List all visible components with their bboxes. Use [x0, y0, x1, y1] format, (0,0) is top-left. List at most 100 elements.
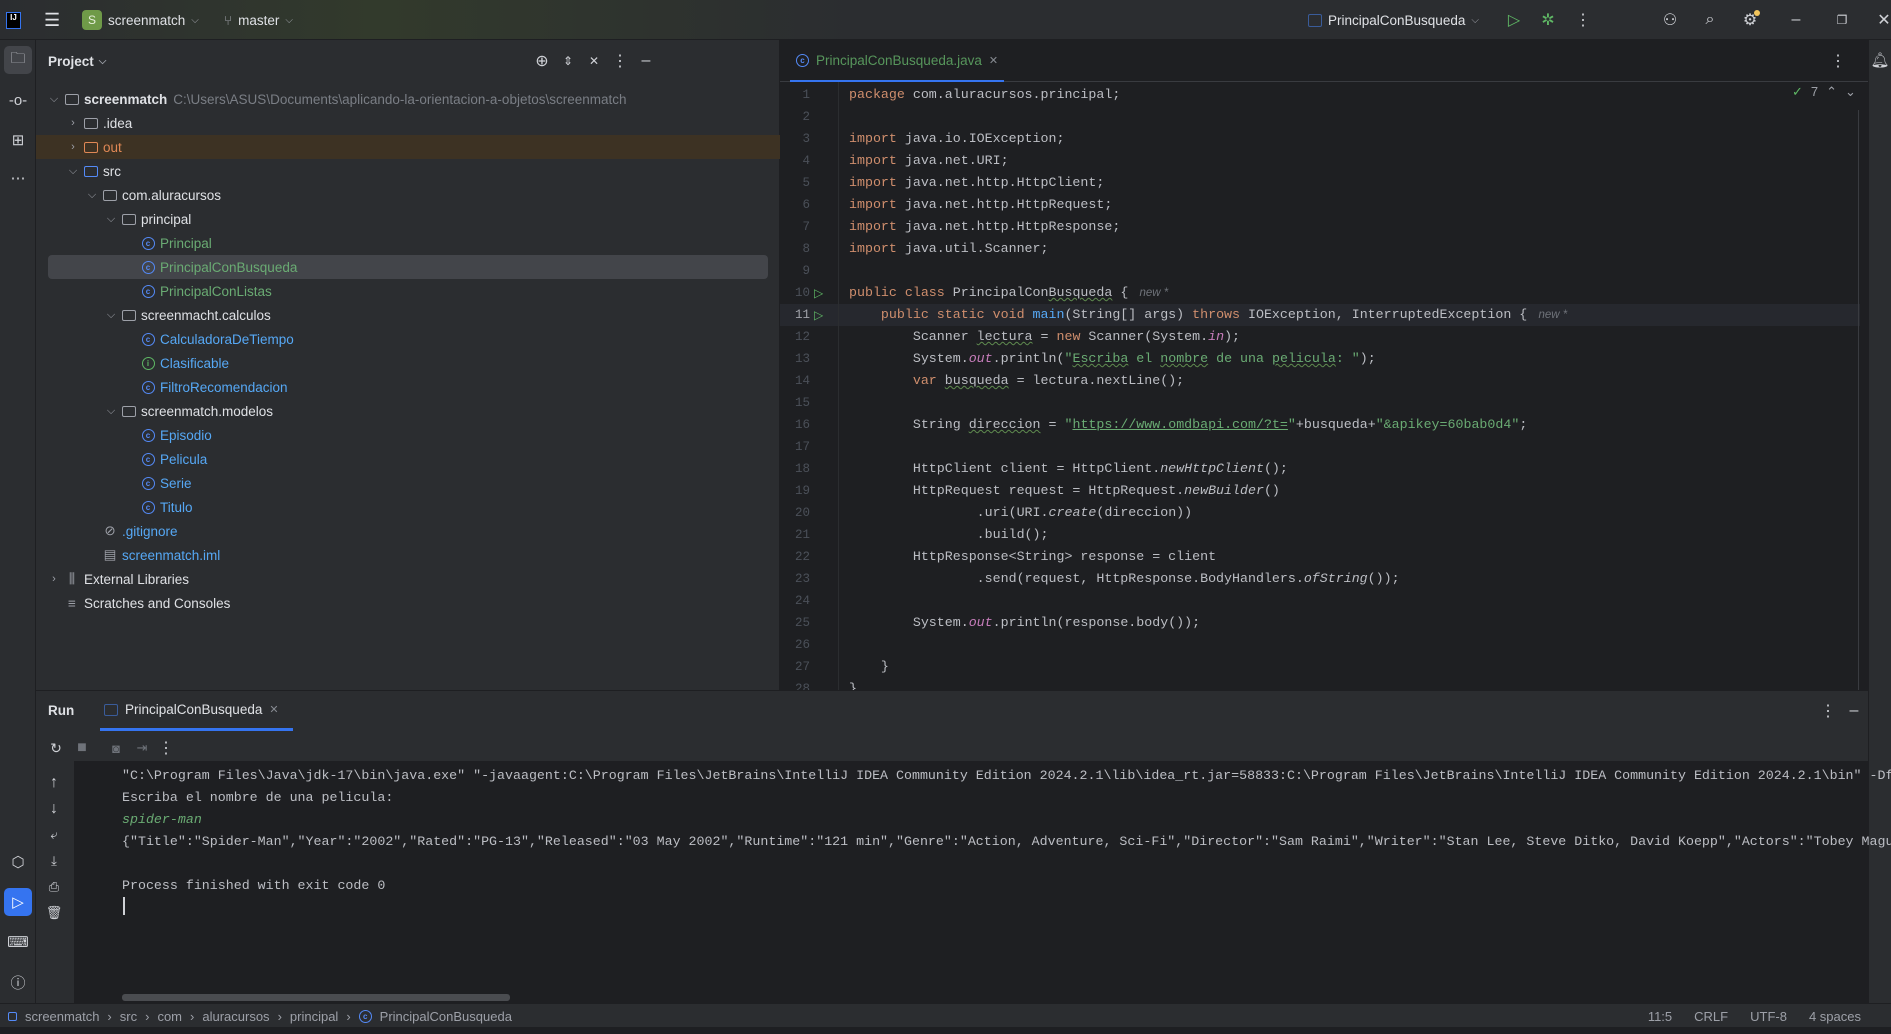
- project-view-selector[interactable]: Project ⌵: [48, 40, 106, 82]
- chevron-down-icon[interactable]: ⌵: [84, 189, 100, 202]
- more-icon[interactable]: ⋮: [1569, 6, 1597, 34]
- tree-item[interactable]: c Principal: [36, 231, 780, 255]
- tree-item[interactable]: c FiltroRecomendacion: [36, 375, 780, 399]
- chevron-down-icon[interactable]: ⌵: [103, 213, 119, 226]
- commit-icon[interactable]: -o-: [4, 86, 32, 114]
- breadcrumb-item[interactable]: com: [157, 1009, 182, 1024]
- soft-wrap-icon[interactable]: ⤶: [40, 821, 68, 849]
- run-options-icon[interactable]: ⋮: [1814, 697, 1842, 725]
- notifications-icon[interactable]: 🔔︎: [1869, 46, 1891, 74]
- tree-item[interactable]: i Clasificable: [36, 351, 780, 375]
- indent-setting[interactable]: 4 spaces: [1809, 1009, 1861, 1024]
- tree-item[interactable]: ⌵ principal: [36, 207, 780, 231]
- restore-icon[interactable]: ❐: [1828, 6, 1856, 34]
- console-hscrollbar[interactable]: [122, 994, 510, 1001]
- tab-options-icon[interactable]: ⋮: [1824, 47, 1852, 75]
- run-gutter-icon[interactable]: ▷: [814, 282, 823, 304]
- tree-item[interactable]: ⌵ screenmatch C:\Users\ASUS\Documents\apli…: [36, 87, 780, 111]
- chevron-down-icon[interactable]: ⌵: [103, 309, 119, 322]
- print-icon[interactable]: ⎙: [40, 873, 68, 901]
- tree-item[interactable]: ⌵ src: [36, 159, 780, 183]
- console-output[interactable]: "C:\Program Files\Java\jdk-17\bin\java.e…: [74, 761, 1891, 1004]
- dump-threads-icon[interactable]: ◙: [102, 734, 130, 762]
- services-icon[interactable]: ⬡: [4, 848, 32, 876]
- close-tab-icon[interactable]: ✕: [989, 54, 998, 67]
- chevron-down-icon[interactable]: ⌵: [103, 405, 119, 418]
- locate-icon[interactable]: ⊕: [528, 47, 556, 75]
- tree-item[interactable]: ▤ screenmatch.iml: [36, 543, 780, 567]
- project-tool-icon[interactable]: 🗀: [4, 46, 32, 74]
- close-tab-icon[interactable]: ✕: [269, 703, 278, 716]
- problems-icon[interactable]: ⓘ: [4, 968, 32, 996]
- more-icon[interactable]: ⋮: [152, 734, 180, 762]
- code-token: newBuilder: [1184, 483, 1264, 498]
- collapse-all-icon[interactable]: ✕: [580, 47, 608, 75]
- scroll-up-icon[interactable]: ↑: [40, 769, 68, 797]
- tree-item[interactable]: c PrincipalConBusqueda: [48, 255, 768, 279]
- scroll-down-icon[interactable]: ↓: [40, 795, 68, 823]
- breadcrumb-item[interactable]: src: [120, 1009, 137, 1024]
- stop-icon[interactable]: ■: [68, 734, 96, 762]
- chevron-right-icon[interactable]: ›: [46, 573, 62, 585]
- expand-all-icon[interactable]: ⇕: [554, 47, 582, 75]
- tree-item[interactable]: c Episodio: [36, 423, 780, 447]
- code-token: .println(response.body());: [992, 615, 1201, 630]
- close-icon[interactable]: ✕: [1870, 6, 1891, 34]
- hide-panel-icon[interactable]: –: [1840, 697, 1868, 725]
- code-token: import: [849, 197, 905, 212]
- tree-item[interactable]: ⌵ screenmacht.calculos: [36, 303, 780, 327]
- chevron-right-icon[interactable]: ›: [65, 117, 81, 129]
- code-token: =: [1040, 417, 1065, 432]
- add-user-icon[interactable]: ⚇: [1656, 6, 1684, 34]
- tree-item[interactable]: c PrincipalConListas: [36, 279, 780, 303]
- line-number: 20: [794, 506, 810, 520]
- code-area[interactable]: 1 package com.aluracursos.principal; 2 3 imp…: [780, 82, 1868, 690]
- breadcrumb-item[interactable]: principal: [290, 1009, 338, 1024]
- chevron-down-icon[interactable]: ⌵: [65, 165, 81, 178]
- tree-item[interactable]: c Pelicula: [36, 447, 780, 471]
- project-selector[interactable]: S screenmatch ⌵: [82, 0, 199, 40]
- structure-icon[interactable]: ⊞: [4, 126, 32, 154]
- scroll-to-end-icon[interactable]: ⤓: [40, 847, 68, 875]
- breadcrumb-item[interactable]: screenmatch: [25, 1009, 99, 1024]
- options-icon[interactable]: ⋮: [606, 47, 634, 75]
- run-gutter-icon[interactable]: ▷: [814, 304, 823, 326]
- terminal-icon[interactable]: ⌨: [4, 928, 32, 956]
- tree-item[interactable]: c CalculadoraDeTiempo: [36, 327, 780, 351]
- line-number: 12: [794, 330, 810, 344]
- main-menu-icon[interactable]: ☰: [44, 0, 60, 40]
- rerun-icon[interactable]: ↻: [42, 734, 70, 762]
- breadcrumb-item[interactable]: PrincipalConBusqueda: [380, 1009, 512, 1024]
- editor-scrollbar[interactable]: [1858, 110, 1866, 690]
- tree-item[interactable]: ⌵ screenmatch.modelos: [36, 399, 780, 423]
- run-config-selector[interactable]: PrincipalConBusqueda ⌵: [1308, 0, 1479, 40]
- line-ending[interactable]: CRLF: [1694, 1009, 1728, 1024]
- run-tab-label: PrincipalConBusqueda: [125, 702, 263, 717]
- tree-item[interactable]: c Serie: [36, 471, 780, 495]
- run-icon[interactable]: ▷: [1500, 6, 1528, 34]
- tree-item[interactable]: › out: [36, 135, 780, 159]
- chevron-right-icon[interactable]: ›: [65, 141, 81, 153]
- search-icon[interactable]: ⌕: [1696, 6, 1724, 34]
- debug-icon[interactable]: ✲: [1534, 6, 1562, 34]
- tree-item[interactable]: ≡ Scratches and Consoles: [36, 591, 780, 615]
- settings-icon[interactable]: ⚙: [1736, 6, 1764, 34]
- file-encoding[interactable]: UTF-8: [1750, 1009, 1787, 1024]
- more-tools-icon[interactable]: ⋯: [4, 164, 32, 192]
- tab-principalconbusqueda[interactable]: c PrincipalConBusqueda.java ✕: [790, 40, 1005, 82]
- clear-icon[interactable]: 🗑︎: [40, 899, 68, 927]
- tree-item[interactable]: ⊘ .gitignore: [36, 519, 780, 543]
- breadcrumb-item[interactable]: aluracursos: [202, 1009, 269, 1024]
- run-tool-icon[interactable]: ▷: [4, 888, 32, 916]
- chevron-down-icon[interactable]: ⌵: [46, 93, 62, 106]
- tree-item[interactable]: c Titulo: [36, 495, 780, 519]
- tree-item[interactable]: › .idea: [36, 111, 780, 135]
- tree-item[interactable]: › ⫼ External Libraries: [36, 567, 780, 591]
- minimize-icon[interactable]: –: [1782, 6, 1810, 34]
- run-tab[interactable]: PrincipalConBusqueda ✕: [100, 691, 293, 731]
- tree-item[interactable]: ⌵ com.aluracursos: [36, 183, 780, 207]
- hide-panel-icon[interactable]: –: [632, 47, 660, 75]
- interface-icon: i: [140, 356, 156, 370]
- branch-selector[interactable]: ⑂ master ⌵: [224, 0, 293, 40]
- caret-position[interactable]: 11:5: [1648, 1009, 1672, 1024]
